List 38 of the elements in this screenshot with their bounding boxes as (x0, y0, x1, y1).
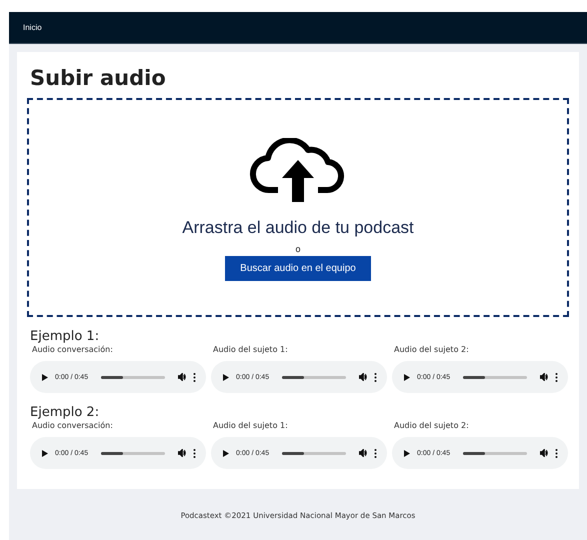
volume-icon[interactable] (359, 373, 367, 381)
audio-label: Audio conversación: (32, 421, 114, 430)
audio-label: Audio del sujeto 1: (213, 345, 289, 354)
page-title: Subir audio (30, 66, 167, 90)
progress-bar[interactable] (463, 452, 527, 454)
more-icon[interactable] (555, 448, 558, 458)
audio-label: Audio del sujeto 2: (394, 345, 470, 354)
more-icon[interactable] (374, 372, 377, 382)
play-icon[interactable] (223, 450, 229, 456)
progress-bar[interactable] (282, 376, 346, 378)
play-icon[interactable] (404, 450, 410, 456)
play-icon[interactable] (42, 450, 48, 456)
play-icon[interactable] (404, 374, 410, 380)
progress-bar[interactable] (101, 376, 165, 378)
play-icon[interactable] (223, 374, 229, 380)
more-icon[interactable] (193, 372, 196, 382)
volume-icon[interactable] (359, 449, 367, 457)
progress-bar[interactable] (282, 452, 346, 454)
progress-bar[interactable] (463, 376, 527, 378)
nav-link[interactable]: Inicio (23, 23, 42, 32)
audio-label: Audio conversación: (32, 345, 114, 354)
audio-label: Audio del sujeto 2: (394, 421, 470, 430)
volume-icon[interactable] (540, 449, 548, 457)
more-icon[interactable] (193, 448, 196, 458)
dropzone[interactable]: Arrastra el audio de tu podcast o Buscar audio en el equipo (27, 98, 569, 317)
play-icon[interactable] (42, 374, 48, 380)
progress-bar[interactable] (101, 452, 165, 454)
audio-label: Audio del sujeto 1: (213, 421, 289, 430)
example-heading: Ejemplo 1: (30, 329, 100, 344)
more-icon[interactable] (555, 372, 558, 382)
volume-icon[interactable] (540, 373, 548, 381)
browse-button[interactable]: Buscar audio en el equipo (225, 256, 371, 281)
example-heading: Ejemplo 2: (30, 405, 100, 420)
more-icon[interactable] (374, 448, 377, 458)
drop-prompt: Arrastra el audio de tu podcast (182, 218, 414, 238)
volume-icon[interactable] (178, 449, 186, 457)
volume-icon[interactable] (178, 373, 186, 381)
separator-text: o (295, 244, 300, 254)
